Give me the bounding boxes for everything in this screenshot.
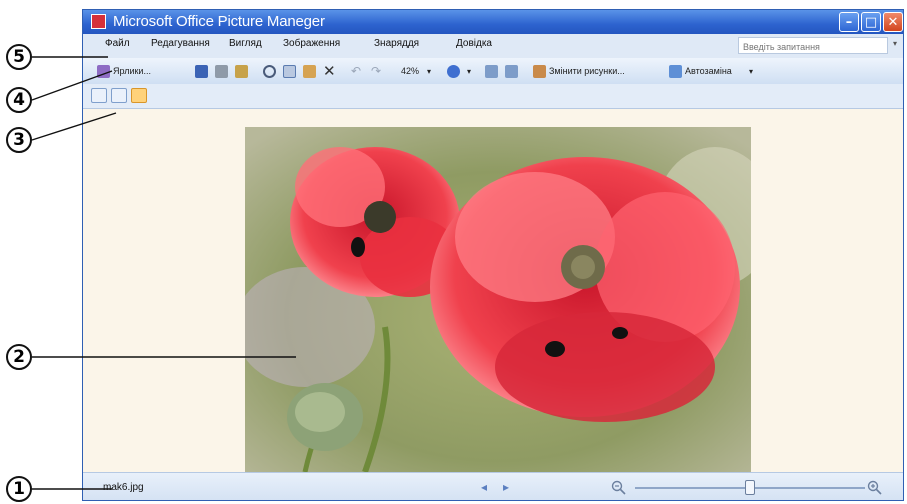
callout-1: 1 [6, 476, 32, 502]
callout-4: 4 [6, 87, 32, 113]
callout-lines [31, 56, 296, 490]
callout-5: 5 [6, 44, 32, 70]
callout-3: 3 [6, 127, 32, 153]
callout-2: 2 [6, 344, 32, 370]
